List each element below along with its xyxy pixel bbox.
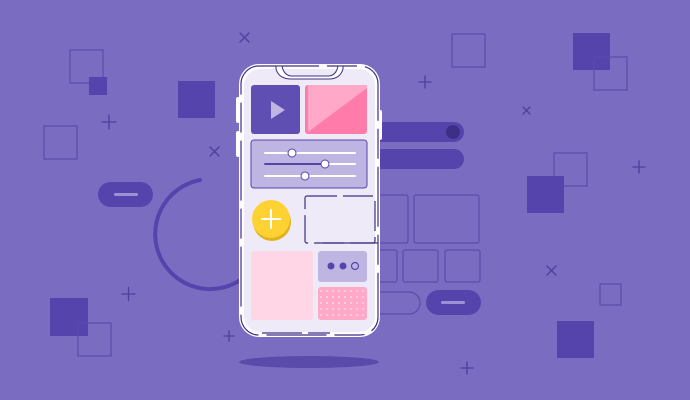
phone-illustration [236, 64, 382, 368]
outline-square [43, 125, 78, 160]
slider-knob [300, 171, 310, 181]
phone-shadow [239, 356, 379, 368]
pill-dash [114, 193, 138, 196]
illustration-svg [43, 32, 646, 375]
content-card [251, 251, 313, 320]
illustration-canvas [0, 0, 690, 400]
toggle-knob [446, 125, 460, 139]
wireframe-block [377, 249, 398, 283]
wireframe-block [377, 194, 409, 244]
slider-knob [287, 148, 297, 158]
arc-shape [153, 178, 252, 292]
pattern-tile [318, 287, 367, 320]
filled-square [557, 321, 594, 358]
outline-square [599, 283, 622, 306]
filled-square [50, 298, 88, 336]
filled-square [527, 176, 564, 213]
wireframe-block [444, 249, 481, 283]
pill-dash [441, 301, 465, 304]
filled-square [573, 33, 610, 70]
filled-square [89, 77, 107, 95]
wireframe-block [413, 194, 480, 244]
slider-knob [320, 159, 330, 169]
filled-square [178, 81, 215, 118]
outline-square [451, 33, 486, 68]
toggle-track [372, 149, 464, 169]
wireframe-card [304, 195, 376, 244]
wireframe-block [402, 249, 439, 283]
